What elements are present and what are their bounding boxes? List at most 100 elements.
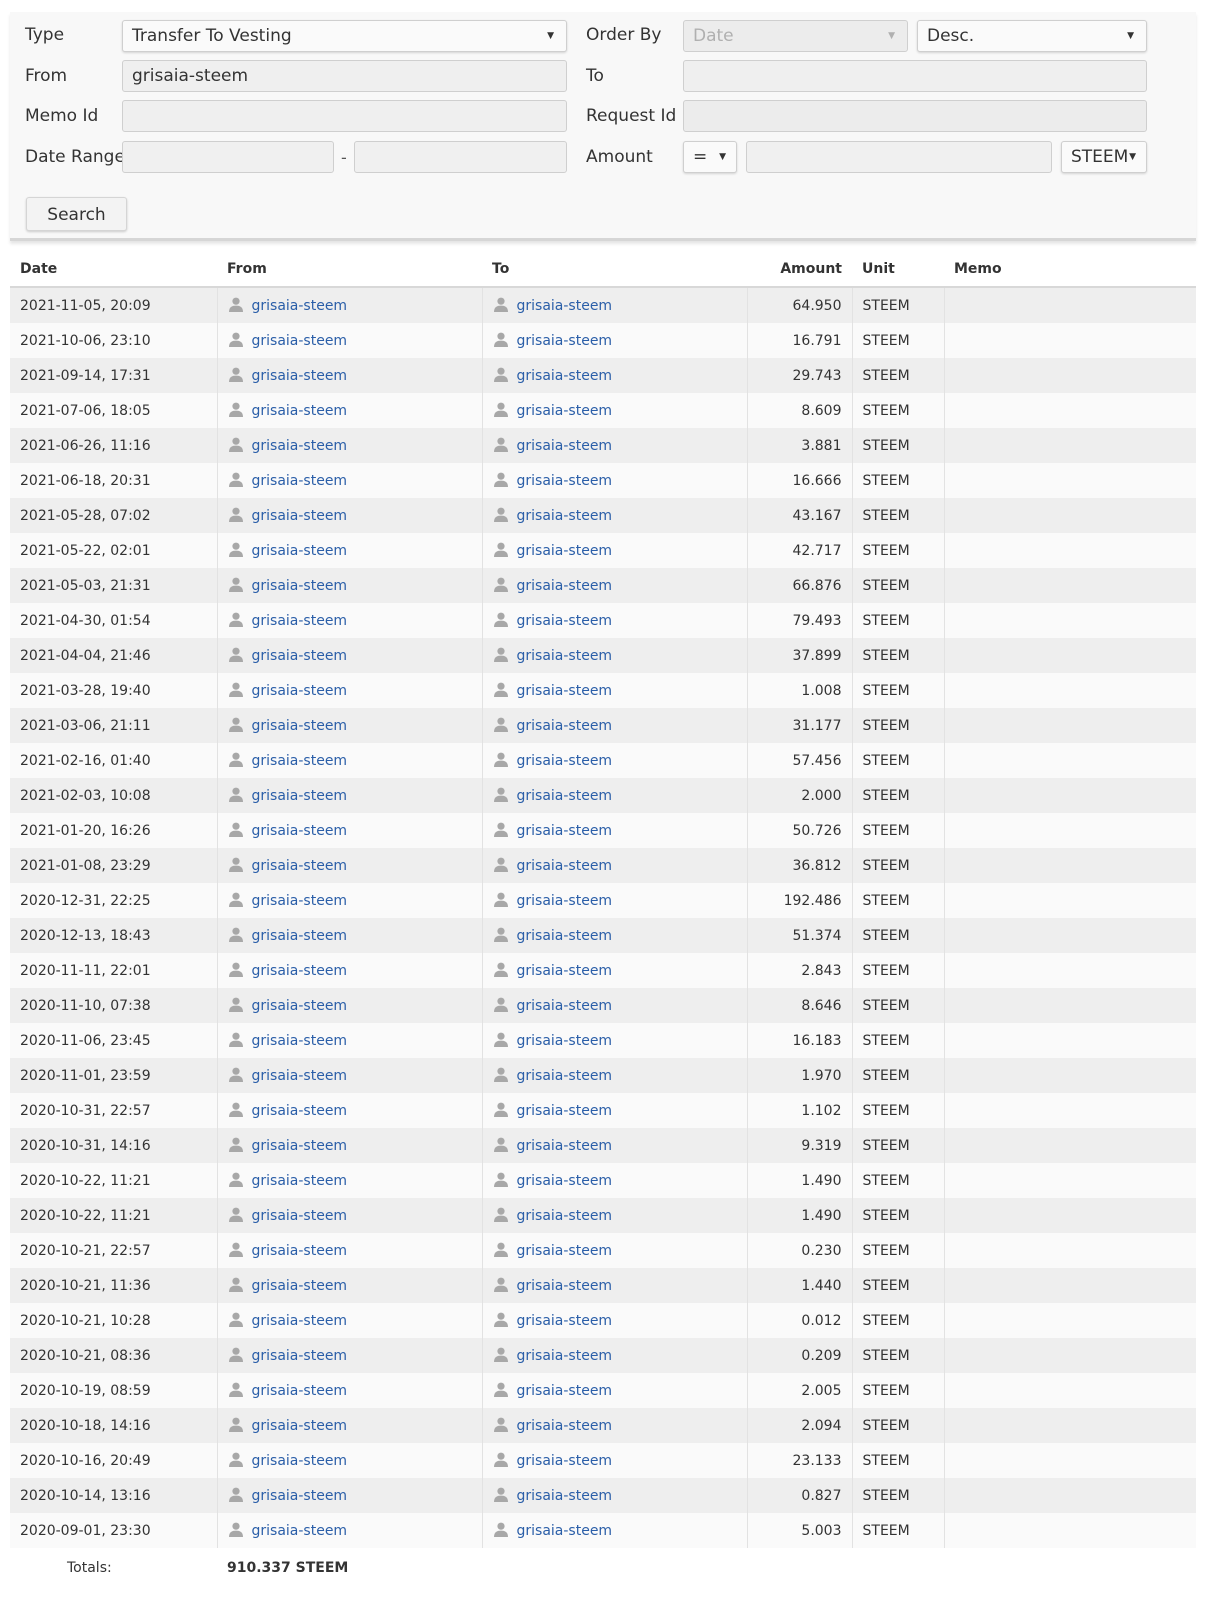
to-account-link[interactable]: grisaia-steem (517, 508, 613, 524)
column-header-unit[interactable]: Unit (852, 252, 944, 288)
column-header-amount[interactable]: Amount (747, 252, 852, 288)
to-account-link[interactable]: grisaia-steem (517, 1418, 613, 1434)
to-account-link[interactable]: grisaia-steem (517, 1068, 613, 1084)
request-id-input[interactable] (683, 100, 1147, 132)
from-account-link[interactable]: grisaia-steem (252, 1418, 348, 1434)
to-account-link[interactable]: grisaia-steem (517, 333, 613, 349)
column-header-date[interactable]: Date (10, 252, 217, 288)
from-account-link[interactable]: grisaia-steem (252, 1033, 348, 1049)
amount-unit-select[interactable]: STEEM ▼ (1061, 141, 1147, 173)
to-account-link[interactable]: grisaia-steem (517, 403, 613, 419)
from-account-link[interactable]: grisaia-steem (252, 998, 348, 1014)
from-account-link[interactable]: grisaia-steem (252, 648, 348, 664)
to-account-link[interactable]: grisaia-steem (517, 963, 613, 979)
column-header-from[interactable]: From (217, 252, 482, 288)
to-account-link[interactable]: grisaia-steem (517, 1348, 613, 1364)
search-button[interactable]: Search (26, 197, 127, 231)
from-account-link[interactable]: grisaia-steem (252, 1208, 348, 1224)
from-account-link[interactable]: grisaia-steem (252, 858, 348, 874)
to-account-link[interactable]: grisaia-steem (517, 1033, 613, 1049)
to-account-link[interactable]: grisaia-steem (517, 1173, 613, 1189)
from-account-link[interactable]: grisaia-steem (252, 1173, 348, 1189)
from-account-link[interactable]: grisaia-steem (252, 893, 348, 909)
to-input[interactable] (683, 60, 1147, 92)
column-header-memo[interactable]: Memo (944, 252, 1196, 288)
row-date: 2020-12-31, 22:25 (10, 883, 217, 918)
to-account-link[interactable]: grisaia-steem (517, 298, 613, 314)
from-account-link[interactable]: grisaia-steem (252, 753, 348, 769)
from-account-link[interactable]: grisaia-steem (252, 823, 348, 839)
to-account-link[interactable]: grisaia-steem (517, 718, 613, 734)
from-input[interactable]: grisaia-steem (122, 60, 567, 92)
amount-operator-select[interactable]: = ▼ (683, 141, 737, 173)
to-account-link[interactable]: grisaia-steem (517, 613, 613, 629)
from-account-link[interactable]: grisaia-steem (252, 438, 348, 454)
to-account-link[interactable]: grisaia-steem (517, 893, 613, 909)
row-memo (943, 533, 1196, 568)
from-account-link[interactable]: grisaia-steem (252, 1383, 348, 1399)
from-account-link[interactable]: grisaia-steem (252, 1138, 348, 1154)
to-account-link[interactable]: grisaia-steem (517, 648, 613, 664)
to-account-link[interactable]: grisaia-steem (517, 1278, 613, 1294)
from-account-link[interactable]: grisaia-steem (252, 1103, 348, 1119)
type-label: Type (25, 25, 65, 45)
from-account-link[interactable]: grisaia-steem (252, 928, 348, 944)
from-account-link[interactable]: grisaia-steem (252, 473, 348, 489)
to-account-link[interactable]: grisaia-steem (517, 438, 613, 454)
from-account-link[interactable]: grisaia-steem (252, 403, 348, 419)
to-account-link[interactable]: grisaia-steem (517, 578, 613, 594)
to-account-link[interactable]: grisaia-steem (517, 1208, 613, 1224)
column-header-to[interactable]: To (482, 252, 747, 288)
to-account-link[interactable]: grisaia-steem (517, 683, 613, 699)
to-account-link[interactable]: grisaia-steem (517, 858, 613, 874)
to-account-link[interactable]: grisaia-steem (517, 1523, 613, 1539)
from-account-link[interactable]: grisaia-steem (252, 683, 348, 699)
type-select[interactable]: Transfer To Vesting ▼ (122, 20, 567, 52)
amount-input[interactable] (746, 141, 1052, 173)
user-icon (228, 1277, 244, 1292)
order-by-select[interactable]: Date ▼ (683, 20, 908, 52)
from-account-link[interactable]: grisaia-steem (252, 1488, 348, 1504)
to-account-link[interactable]: grisaia-steem (517, 1103, 613, 1119)
to-account-link[interactable]: grisaia-steem (517, 1383, 613, 1399)
from-account-link[interactable]: grisaia-steem (252, 508, 348, 524)
from-account-link[interactable]: grisaia-steem (252, 1313, 348, 1329)
row-unit: STEEM (851, 673, 944, 708)
to-account-link[interactable]: grisaia-steem (517, 788, 613, 804)
from-account-link[interactable]: grisaia-steem (252, 1278, 348, 1294)
to-account-link[interactable]: grisaia-steem (517, 1313, 613, 1329)
row-amount: 1.102 (746, 1093, 852, 1128)
from-account-link[interactable]: grisaia-steem (252, 1453, 348, 1469)
row-date: 2020-10-19, 08:59 (10, 1373, 217, 1408)
to-account-link[interactable]: grisaia-steem (517, 1243, 613, 1259)
to-account-link[interactable]: grisaia-steem (517, 1138, 613, 1154)
from-account-link[interactable]: grisaia-steem (252, 333, 348, 349)
memo-id-input[interactable] (122, 100, 567, 132)
from-account-link[interactable]: grisaia-steem (252, 613, 348, 629)
from-account-link[interactable]: grisaia-steem (252, 578, 348, 594)
to-account-link[interactable]: grisaia-steem (517, 823, 613, 839)
to-account-link[interactable]: grisaia-steem (517, 1453, 613, 1469)
row-memo (943, 1023, 1196, 1058)
from-account-link[interactable]: grisaia-steem (252, 788, 348, 804)
from-account-link[interactable]: grisaia-steem (252, 1348, 348, 1364)
from-account-link[interactable]: grisaia-steem (252, 543, 348, 559)
date-from-input[interactable] (122, 141, 334, 173)
to-account-link[interactable]: grisaia-steem (517, 753, 613, 769)
row-date: 2020-10-21, 10:28 (10, 1303, 217, 1338)
from-account-link[interactable]: grisaia-steem (252, 298, 348, 314)
to-account-link[interactable]: grisaia-steem (517, 473, 613, 489)
from-account-link[interactable]: grisaia-steem (252, 963, 348, 979)
date-to-input[interactable] (354, 141, 567, 173)
to-account-link[interactable]: grisaia-steem (517, 998, 613, 1014)
order-direction-select[interactable]: Desc. ▼ (917, 20, 1147, 52)
from-account-link[interactable]: grisaia-steem (252, 718, 348, 734)
to-account-link[interactable]: grisaia-steem (517, 543, 613, 559)
from-account-link[interactable]: grisaia-steem (252, 368, 348, 384)
from-account-link[interactable]: grisaia-steem (252, 1243, 348, 1259)
to-account-link[interactable]: grisaia-steem (517, 368, 613, 384)
to-account-link[interactable]: grisaia-steem (517, 1488, 613, 1504)
from-account-link[interactable]: grisaia-steem (252, 1523, 348, 1539)
to-account-link[interactable]: grisaia-steem (517, 928, 613, 944)
from-account-link[interactable]: grisaia-steem (252, 1068, 348, 1084)
